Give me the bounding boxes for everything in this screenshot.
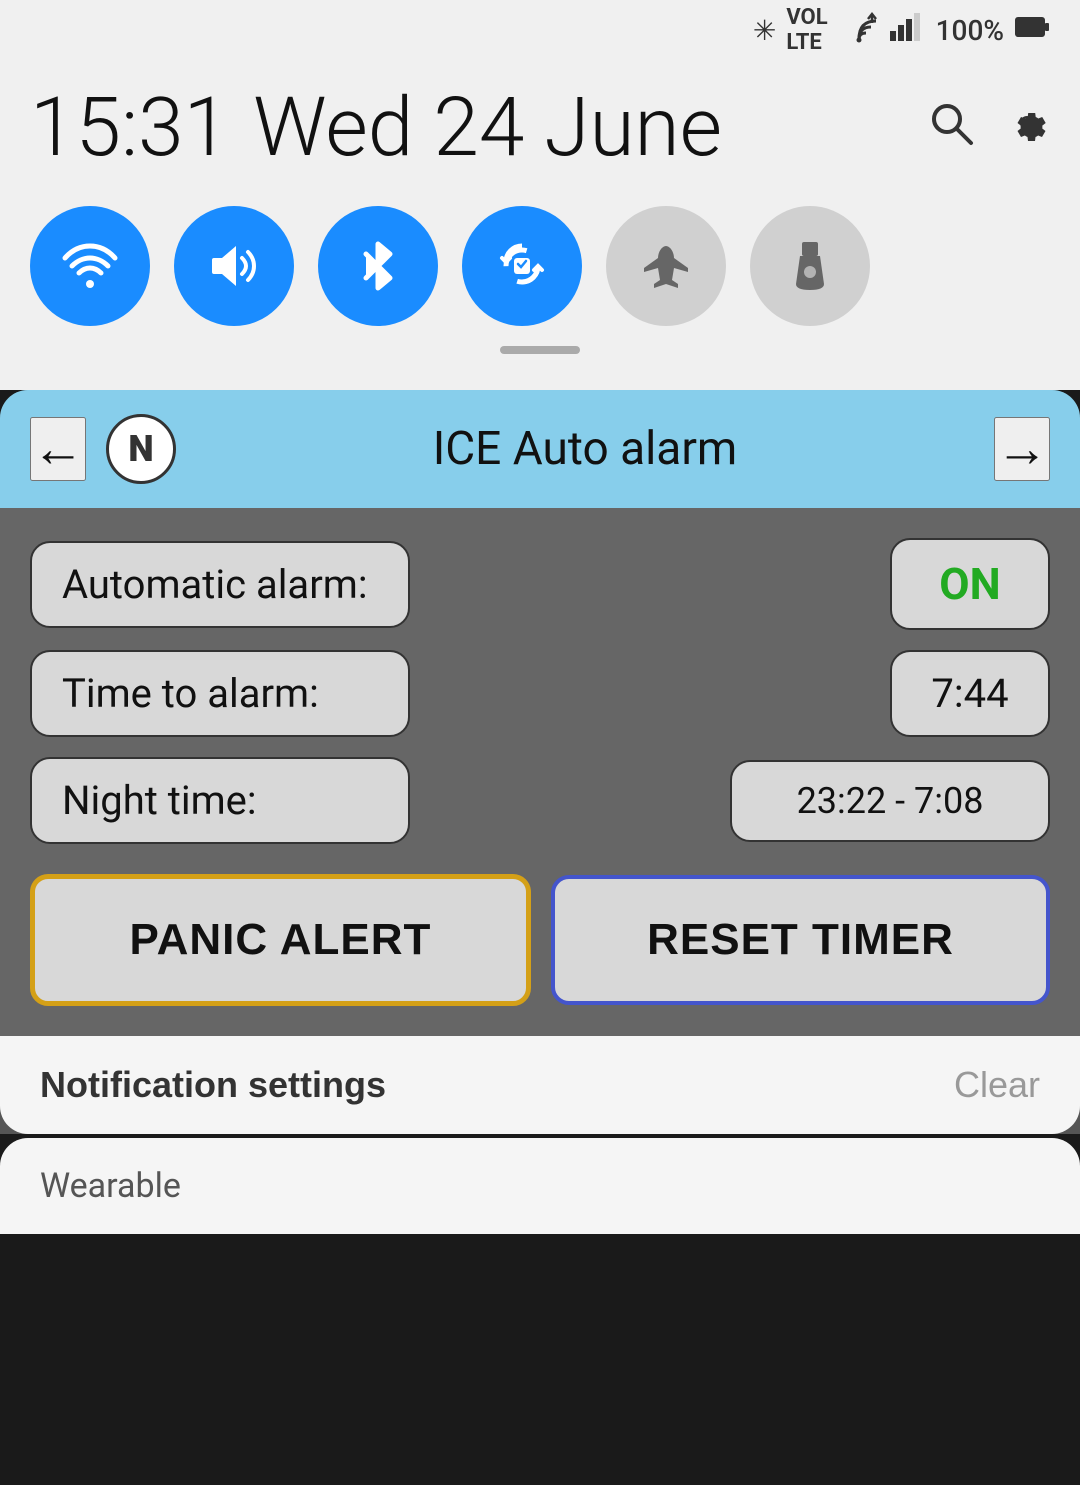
- notification-card: ← N ICE Auto alarm → Automatic alarm: ON…: [0, 390, 1080, 1134]
- time-to-alarm-row: Time to alarm: 7:44: [30, 650, 1050, 737]
- wearable-section: Wearable: [0, 1138, 1080, 1234]
- date-display: Wed 24 June: [253, 80, 722, 176]
- dark-background: [0, 1234, 1080, 1314]
- wifi-signal-icon: [838, 11, 880, 50]
- back-arrow-button[interactable]: ←: [30, 417, 86, 481]
- settings-button[interactable]: [1004, 100, 1050, 157]
- quick-settings-panel: 15:31 Wed 24 June: [0, 60, 1080, 390]
- lte-icon: VOLLTE: [786, 5, 827, 55]
- header-action-icons: [928, 100, 1050, 157]
- bluetooth-toggle[interactable]: [318, 206, 438, 326]
- app-icon: N: [106, 414, 176, 484]
- time-date-display: 15:31 Wed 24 June: [30, 80, 722, 176]
- automatic-alarm-label: Automatic alarm:: [30, 541, 410, 628]
- clear-button[interactable]: Clear: [954, 1064, 1040, 1106]
- clock-display: 15:31: [30, 80, 229, 176]
- night-time-label: Night time:: [30, 757, 410, 844]
- notification-header: ← N ICE Auto alarm →: [0, 390, 1080, 508]
- action-buttons-row: PANIC ALERT RESET TIMER: [30, 874, 1050, 1006]
- search-button[interactable]: [928, 100, 974, 157]
- status-icons: ✳ VOLLTE 100%: [753, 5, 1050, 55]
- notification-body: Automatic alarm: ON Time to alarm: 7:44 …: [0, 508, 1080, 1036]
- bluetooth-icon: ✳: [753, 14, 776, 47]
- signal-bars-icon: [890, 13, 926, 48]
- wifi-toggle[interactable]: [30, 206, 150, 326]
- battery-percentage: 100%: [936, 14, 1004, 47]
- wearable-label: Wearable: [40, 1166, 181, 1206]
- forward-arrow-button[interactable]: →: [994, 417, 1050, 481]
- automatic-alarm-value[interactable]: ON: [890, 538, 1050, 630]
- notification-title: ICE Auto alarm: [196, 422, 974, 476]
- status-bar: ✳ VOLLTE 100%: [0, 0, 1080, 60]
- night-time-row: Night time: 23:22 - 7:08: [30, 757, 1050, 844]
- time-to-alarm-label: Time to alarm:: [30, 650, 410, 737]
- reset-timer-button[interactable]: RESET TIMER: [551, 875, 1050, 1005]
- automatic-alarm-row: Automatic alarm: ON: [30, 538, 1050, 630]
- airplane-mode-toggle[interactable]: [606, 206, 726, 326]
- time-to-alarm-value[interactable]: 7:44: [890, 650, 1050, 737]
- auto-rotate-toggle[interactable]: [462, 206, 582, 326]
- flashlight-toggle[interactable]: [750, 206, 870, 326]
- quick-toggles-row: [30, 206, 1050, 326]
- sound-toggle[interactable]: [174, 206, 294, 326]
- battery-icon: [1014, 13, 1050, 48]
- drag-handle: [30, 336, 1050, 360]
- panic-alert-button[interactable]: PANIC ALERT: [30, 874, 531, 1006]
- night-time-value[interactable]: 23:22 - 7:08: [730, 760, 1050, 842]
- time-date-row: 15:31 Wed 24 June: [30, 80, 1050, 176]
- notification-bottom-bar: Notification settings Clear: [0, 1036, 1080, 1134]
- notification-settings-button[interactable]: Notification settings: [40, 1064, 386, 1106]
